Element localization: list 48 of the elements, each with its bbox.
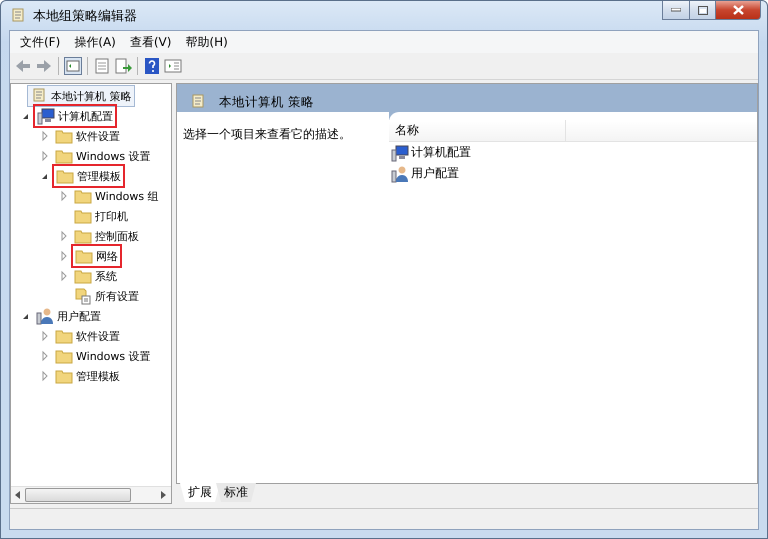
window-title: 本地组策略编辑器 (33, 8, 138, 24)
tree-item[interactable]: 控制面板 (71, 225, 142, 247)
menu-item[interactable]: 操作(A) (68, 34, 122, 50)
tree-item[interactable]: Windows 组 (71, 185, 162, 207)
description-text: 选择一个项目来查看它的描述。 (183, 127, 351, 141)
user-icon (391, 164, 409, 182)
computer-icon (391, 144, 409, 162)
tree-item[interactable]: 所有设置 (71, 285, 142, 307)
computer-icon (37, 107, 55, 125)
scroll-left-icon[interactable] (15, 491, 21, 499)
user-icon (36, 307, 54, 325)
scroll-right-icon[interactable] (161, 491, 167, 499)
tree-item[interactable]: Windows 设置 (52, 345, 154, 367)
list-item[interactable]: 用户配置 (411, 165, 459, 182)
menu-item[interactable]: 帮助(H) (179, 34, 234, 50)
back-arrow-icon[interactable] (14, 57, 32, 75)
tree-item[interactable]: Windows 设置 (52, 145, 154, 167)
tab[interactable]: 标准 (216, 483, 256, 502)
tree-item[interactable]: 软件设置 (52, 125, 123, 147)
close-button[interactable] (715, 1, 761, 20)
help-icon[interactable] (143, 57, 161, 75)
scrollbar-thumb[interactable] (25, 488, 131, 502)
action-pane-icon[interactable] (164, 57, 182, 75)
tree-item[interactable]: 打印机 (71, 205, 131, 227)
maximize-button[interactable] (689, 1, 716, 20)
settings-list-icon (74, 287, 92, 305)
forward-arrow-icon[interactable] (35, 57, 53, 75)
pane-title: 本地计算机 策略 (219, 94, 314, 110)
menu-item[interactable]: 文件(F) (14, 34, 66, 50)
tree-item[interactable]: 管理模板 (52, 164, 125, 188)
maximize-icon (698, 6, 708, 14)
minimize-button[interactable] (662, 1, 690, 20)
tree-item[interactable]: 计算机配置 (33, 104, 117, 128)
close-icon (732, 5, 744, 15)
tab[interactable]: 扩展 (180, 483, 220, 502)
tree-item[interactable]: 本地计算机 策略 (27, 85, 134, 107)
tree-item[interactable]: 用户配置 (33, 305, 104, 327)
tree-item[interactable]: 管理模板 (52, 365, 123, 387)
tree-pane-icon[interactable] (64, 57, 82, 75)
menu-item[interactable]: 查看(V) (124, 34, 178, 50)
tree-item[interactable]: 软件设置 (52, 325, 123, 347)
list-item[interactable]: 计算机配置 (411, 144, 471, 161)
tree-item[interactable]: 系统 (71, 265, 120, 287)
column-header[interactable]: 名称 (389, 120, 566, 142)
minimize-icon (671, 8, 681, 12)
tree-item[interactable]: 网络 (71, 244, 122, 268)
export-list-icon[interactable] (114, 57, 132, 75)
properties-icon[interactable] (93, 57, 111, 75)
